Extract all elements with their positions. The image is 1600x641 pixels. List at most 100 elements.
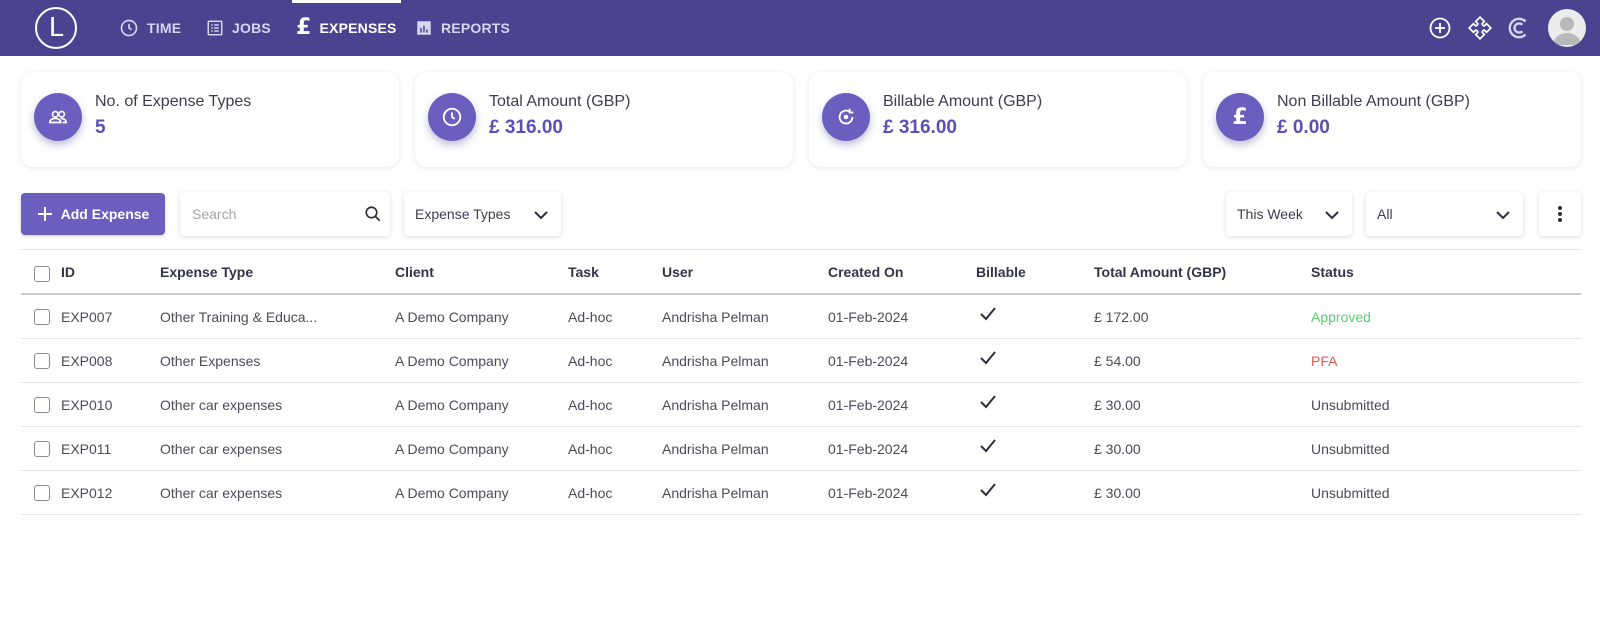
cell-task: Ad-hoc — [568, 308, 613, 325]
cell-total-amount: £ 54.00 — [1094, 352, 1141, 369]
col-header-expense-type[interactable]: Expense Type — [160, 250, 253, 293]
row-checkbox[interactable] — [34, 353, 50, 369]
card-label: No. of Expense Types — [95, 93, 252, 110]
cell-task: Ad-hoc — [568, 396, 613, 413]
check-icon — [980, 395, 996, 409]
cell-id: EXP008 — [61, 352, 113, 369]
status-filter-dropdown[interactable]: All — [1366, 192, 1523, 236]
refresh-icon — [822, 93, 870, 141]
search-input[interactable] — [180, 192, 350, 236]
chevron-down-icon — [1325, 211, 1339, 220]
cell-user: Andrisha Pelman — [662, 440, 769, 457]
expense-types-value: Expense Types — [415, 206, 511, 222]
nav-item-label: JOBS — [232, 20, 271, 36]
col-header-id[interactable]: ID — [61, 250, 75, 293]
cell-created-on: 01-Feb-2024 — [828, 308, 909, 325]
more-options-button[interactable] — [1539, 192, 1581, 236]
search-box — [180, 192, 390, 236]
card-non-billable-amount: £ Non Billable Amount (GBP) £ 0.00 — [1203, 72, 1581, 167]
cell-created-on: 01-Feb-2024 — [828, 352, 909, 369]
list-icon — [207, 20, 223, 36]
search-icon[interactable] — [364, 205, 382, 223]
cell-status: Unsubmitted — [1311, 484, 1390, 501]
clock-icon — [428, 93, 476, 141]
cell-created-on: 01-Feb-2024 — [828, 396, 909, 413]
cell-status: Unsubmitted — [1311, 440, 1390, 457]
table-row[interactable]: EXP007 Other Training & Educa... A Demo Co… — [21, 295, 1581, 339]
nav-item-label: EXPENSES — [319, 20, 397, 36]
cell-total-amount: £ 30.00 — [1094, 440, 1141, 457]
cell-created-on: 01-Feb-2024 — [828, 484, 909, 501]
col-header-total-amount[interactable]: Total Amount (GBP) — [1094, 250, 1226, 293]
company-switch-button[interactable] — [1505, 14, 1533, 42]
row-checkbox[interactable] — [34, 309, 50, 325]
card-expense-types: No. of Expense Types 5 — [21, 72, 399, 167]
cell-client: A Demo Company — [395, 484, 509, 501]
col-header-client[interactable]: Client — [395, 250, 434, 293]
table-row[interactable]: EXP012 Other car expenses A Demo Company Ad… — [21, 471, 1581, 515]
add-expense-button[interactable]: Add Expense — [21, 193, 165, 235]
cell-expense-type: Other car expenses — [160, 484, 283, 501]
nav-item-time[interactable]: TIME — [119, 0, 181, 56]
c-logo-icon — [1508, 17, 1527, 39]
cell-expense-type: Other car expenses — [160, 396, 283, 413]
col-header-created-on[interactable]: Created On — [828, 250, 903, 293]
check-icon — [980, 483, 996, 497]
status-filter-value: All — [1377, 206, 1393, 222]
table-body: EXP007 Other Training & Educa... A Demo Co… — [21, 295, 1581, 515]
cell-user: Andrisha Pelman — [662, 308, 769, 325]
nav-item-label: TIME — [147, 20, 182, 36]
period-dropdown[interactable]: This Week — [1226, 192, 1352, 236]
check-icon — [980, 439, 996, 453]
row-checkbox[interactable] — [34, 485, 50, 501]
col-header-task[interactable]: Task — [568, 250, 599, 293]
cell-status: Approved — [1311, 308, 1371, 325]
cell-id: EXP010 — [61, 396, 113, 413]
users-icon — [34, 93, 82, 141]
cell-status: PFA — [1311, 352, 1338, 369]
card-billable-amount: Billable Amount (GBP) £ 316.00 — [809, 72, 1187, 167]
cell-total-amount: £ 172.00 — [1094, 308, 1149, 325]
kebab-menu-icon — [1558, 206, 1562, 222]
integrations-button[interactable] — [1466, 14, 1494, 42]
clock-icon — [120, 19, 138, 37]
card-label: Total Amount (GBP) — [489, 93, 631, 110]
cell-task: Ad-hoc — [568, 352, 613, 369]
nav-item-expenses[interactable]: £ EXPENSES — [292, 0, 401, 56]
select-all-checkbox[interactable] — [34, 266, 50, 282]
cell-client: A Demo Company — [395, 352, 509, 369]
cell-total-amount: £ 30.00 — [1094, 484, 1141, 501]
cell-id: EXP007 — [61, 308, 113, 325]
app-logo[interactable]: L — [35, 7, 77, 49]
bar-chart-icon — [417, 21, 431, 35]
top-nav: L TIME JOBS £ EXPENSES REPORTS — [0, 0, 1600, 56]
col-header-billable[interactable]: Billable — [976, 250, 1026, 293]
col-header-status[interactable]: Status — [1311, 250, 1354, 293]
row-checkbox[interactable] — [34, 397, 50, 413]
plus-icon — [37, 207, 52, 221]
pound-icon: £ — [296, 15, 312, 40]
cell-id: EXP011 — [61, 440, 112, 457]
card-label: Billable Amount (GBP) — [883, 93, 1043, 110]
nav-item-reports[interactable]: REPORTS — [415, 0, 510, 56]
table-header: ID Expense Type Client Task User Created… — [21, 249, 1581, 295]
card-value: £ 316.00 — [883, 117, 957, 138]
chevron-down-icon — [1496, 211, 1510, 220]
card-value: £ 316.00 — [489, 117, 563, 138]
add-new-button[interactable] — [1426, 14, 1454, 42]
cell-user: Andrisha Pelman — [662, 484, 769, 501]
table-row[interactable]: EXP008 Other Expenses A Demo Company Ad-hoc… — [21, 339, 1581, 383]
expense-types-dropdown[interactable]: Expense Types — [404, 192, 561, 236]
cell-user: Andrisha Pelman — [662, 396, 769, 413]
table-row[interactable]: EXP010 Other car expenses A Demo Company Ad… — [21, 383, 1581, 427]
avatar[interactable] — [1548, 9, 1586, 47]
table-row[interactable]: EXP011 Other car expenses A Demo Company Ad… — [21, 427, 1581, 471]
nav-item-jobs[interactable]: JOBS — [206, 0, 271, 56]
check-icon — [980, 351, 996, 365]
period-value: This Week — [1237, 206, 1303, 222]
cell-expense-type: Other car expenses — [160, 440, 283, 457]
cell-status: Unsubmitted — [1311, 396, 1390, 413]
row-checkbox[interactable] — [34, 441, 50, 457]
card-value: £ 0.00 — [1277, 117, 1330, 138]
col-header-user[interactable]: User — [662, 250, 693, 293]
